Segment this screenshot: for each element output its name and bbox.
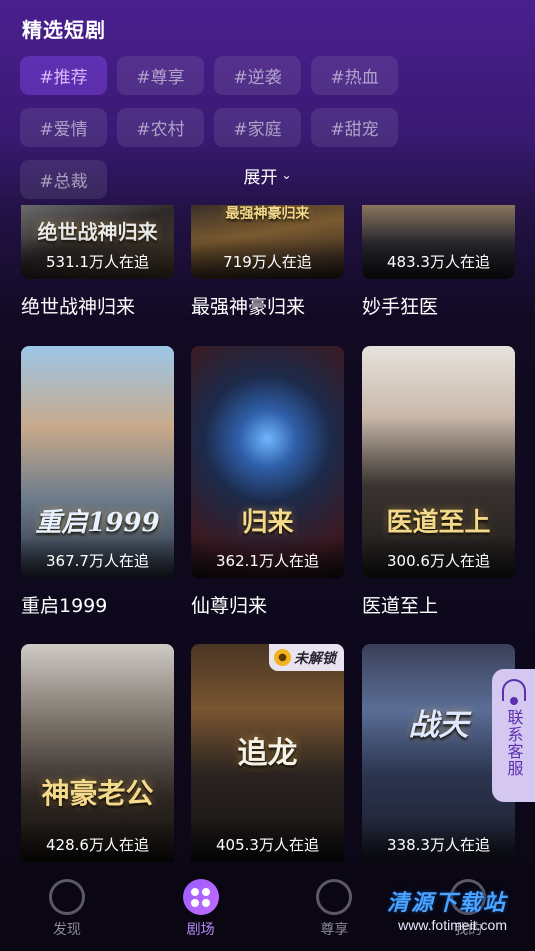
tag-sweet[interactable]: #甜宠 [311, 108, 398, 147]
view-count: 338.3万人在追 [362, 820, 515, 862]
drama-title[interactable]: 妙手狂医 [362, 292, 515, 319]
lock-icon: ● [274, 649, 291, 666]
drama-poster[interactable]: 483.3万人在追 [362, 205, 515, 279]
poster-title: 重启1999 [35, 508, 160, 539]
customer-service-button[interactable]: 联系客服 [492, 669, 535, 802]
view-count: 719万人在追 [191, 237, 344, 279]
tag-comeback[interactable]: #逆袭 [214, 56, 301, 95]
tag-romance[interactable]: #爱情 [20, 108, 107, 147]
expand-label: 展开 [243, 168, 278, 188]
headset-icon [501, 679, 526, 705]
drama-card[interactable]: 神豪老公 428.6万人在追 [21, 644, 174, 862]
drama-poster[interactable]: 最强神豪归来 719万人在追 [191, 205, 344, 279]
page-title: 精选短剧 [22, 18, 106, 42]
drama-poster[interactable]: 追龙 ● 未解锁 405.3万人在追 [191, 644, 344, 862]
tag-rural[interactable]: #农村 [117, 108, 204, 147]
drama-card[interactable]: 最强神豪归来 719万人在追 最强神豪归来 [191, 205, 344, 319]
discover-icon [48, 879, 85, 915]
view-count: 300.6万人在追 [362, 536, 515, 578]
tag-family[interactable]: #家庭 [214, 108, 301, 147]
poster-title: 追龙 [237, 736, 298, 771]
nav-vip[interactable]: 尊享 [289, 879, 379, 939]
vip-icon [316, 879, 353, 915]
drama-poster[interactable]: 神豪老公 428.6万人在追 [21, 644, 174, 862]
drama-card[interactable]: 归来 362.1万人在追 仙尊归来 [191, 346, 344, 618]
tag-passion[interactable]: #热血 [311, 56, 398, 95]
view-count: 483.3万人在追 [362, 237, 515, 279]
locked-badge: ● 未解锁 [269, 644, 344, 671]
poster-title: 战天 [408, 708, 469, 743]
nav-label: 剧场 [186, 922, 215, 938]
watermark-logo: 清源下载站 [386, 891, 507, 916]
drama-title[interactable]: 最强神豪归来 [191, 292, 344, 319]
locked-label: 未解锁 [294, 650, 336, 667]
view-count: 405.3万人在追 [191, 820, 344, 862]
poster-title: 归来 [241, 508, 294, 539]
nav-label: 发现 [52, 922, 81, 938]
drama-poster[interactable]: 医道至上 300.6万人在追 [362, 346, 515, 578]
expand-button[interactable]: 展开 ⌄ [0, 163, 535, 189]
nav-theater[interactable]: 剧场 [156, 879, 246, 939]
drama-title[interactable]: 医道至上 [362, 591, 515, 618]
poster-title: 医道至上 [386, 508, 491, 539]
watermark-url: www.fotimeit.com [398, 917, 507, 933]
drama-card[interactable]: 追龙 ● 未解锁 405.3万人在追 [191, 644, 344, 862]
drama-card[interactable]: 483.3万人在追 妙手狂医 [362, 205, 515, 319]
drama-card[interactable]: 重启1999 367.7万人在追 重启1999 [21, 346, 174, 618]
nav-label: 尊享 [320, 922, 349, 938]
view-count: 362.1万人在追 [191, 536, 344, 578]
tag-recommend[interactable]: #推荐 [20, 56, 107, 95]
drama-card[interactable]: 绝世战神归来 531.1万人在追 绝世战神归来 [21, 205, 174, 319]
theater-icon [182, 879, 219, 915]
poster-title: 神豪老公 [41, 777, 154, 811]
drama-title[interactable]: 重启1999 [21, 591, 174, 618]
view-count: 428.6万人在追 [21, 820, 174, 862]
drama-card[interactable]: 医道至上 300.6万人在追 医道至上 [362, 346, 515, 618]
view-count: 367.7万人在追 [21, 536, 174, 578]
watermark: 清源下载站 www.fotimeit.com [387, 885, 507, 933]
customer-service-label: 联系客服 [504, 709, 524, 777]
poster-title: 最强神豪归来 [225, 206, 310, 222]
view-count: 531.1万人在追 [21, 237, 174, 279]
drama-title[interactable]: 仙尊归来 [191, 591, 344, 618]
nav-discover[interactable]: 发现 [22, 879, 112, 939]
drama-poster[interactable]: 归来 362.1万人在追 [191, 346, 344, 578]
tag-exclusive[interactable]: #尊享 [117, 56, 204, 95]
chevron-down-icon: ⌄ [281, 167, 292, 182]
drama-title[interactable]: 绝世战神归来 [21, 292, 174, 319]
drama-poster[interactable]: 重启1999 367.7万人在追 [21, 346, 174, 578]
drama-poster[interactable]: 绝世战神归来 531.1万人在追 [21, 205, 174, 279]
